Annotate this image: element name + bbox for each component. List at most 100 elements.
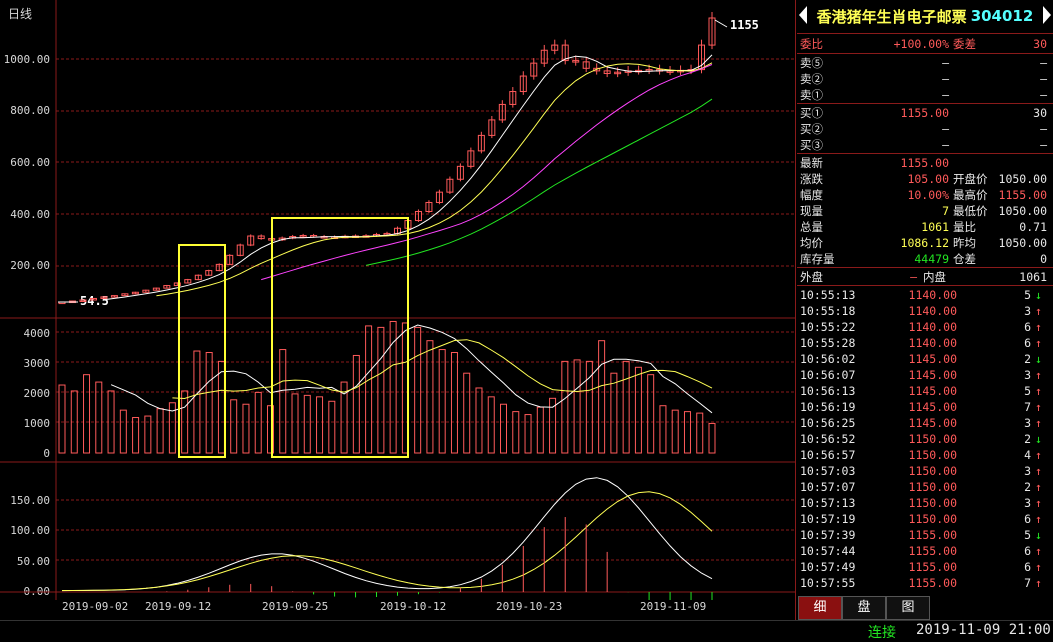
- arrow-up-icon: ↑: [1035, 336, 1042, 350]
- volume-bar: [58, 384, 66, 454]
- volume-bar: [365, 325, 373, 454]
- quote-stat-row: 总量 1061 量比 0.71: [800, 220, 1047, 234]
- volume-bar: [512, 411, 520, 454]
- tick-row: 10:57:49 1155.00 6 ↑: [800, 560, 1042, 574]
- tab-detail[interactable]: 细: [798, 596, 842, 620]
- volume-bar: [524, 414, 532, 454]
- arrow-up-icon: ↑: [1035, 320, 1042, 334]
- arrow-up-icon: ↑: [1035, 400, 1042, 414]
- volume-bar: [119, 409, 127, 454]
- volume-bar: [536, 406, 544, 454]
- arrow-up-icon: ↑: [1035, 416, 1042, 430]
- tick-row: 10:56:19 1145.00 7 ↑: [800, 400, 1042, 414]
- security-title: 香港猪年生肖电子邮票 304012: [797, 2, 1053, 30]
- high-marker: [714, 19, 728, 28]
- indicator-line-2: [62, 491, 713, 591]
- quote-stat-row: 均价 1086.12 昨均 1050.00: [800, 236, 1047, 250]
- tick-row: 10:57:39 1155.00 5 ↓: [800, 528, 1042, 542]
- volume-bar: [647, 374, 655, 454]
- quote-stat-row: 库存量 44479 仓差 0: [800, 252, 1047, 266]
- volume-bar: [377, 326, 385, 454]
- quote-stat-row: 最新 1155.00: [800, 156, 949, 170]
- arrow-down-icon: ↓: [1035, 528, 1042, 542]
- volume-bar: [426, 340, 434, 454]
- arrow-up-icon: ↑: [1035, 368, 1042, 382]
- tick-row: 10:56:52 1150.00 2 ↓: [800, 432, 1042, 446]
- status-datetime: 2019-11-09 21:00: [916, 622, 1051, 638]
- tab-chart[interactable]: 图: [886, 596, 930, 620]
- security-code: 304012: [970, 7, 1034, 25]
- volume-bar: [156, 408, 164, 454]
- volume-ma10-line: [172, 339, 713, 400]
- tick-row: 10:57:55 1155.00 7 ↑: [800, 576, 1042, 590]
- volume-bar: [622, 360, 630, 454]
- security-name: 香港猪年生肖电子邮票: [816, 7, 967, 26]
- tab-orderbook[interactable]: 盘: [842, 596, 886, 620]
- arrow-up-icon: ↑: [1035, 304, 1042, 318]
- connection-status[interactable]: 连接: [868, 622, 896, 642]
- volume-bar: [610, 372, 618, 454]
- tick-row: 10:56:07 1145.00 3 ↑: [800, 368, 1042, 382]
- volume-bar: [549, 397, 557, 454]
- arrow-up-icon: ↑: [1035, 480, 1042, 494]
- arrow-up-icon: ↑: [1035, 496, 1042, 510]
- chart-canvas: [0, 0, 795, 600]
- volume-bar: [132, 417, 140, 454]
- volume-bar: [230, 399, 238, 454]
- arrow-down-icon: ↓: [1035, 288, 1042, 302]
- arrow-up-icon: ↑: [1035, 512, 1042, 526]
- sell-order-row: 卖⑤ — —: [800, 56, 1047, 70]
- volume-bar: [217, 360, 225, 454]
- ma10-line: [156, 62, 713, 297]
- quote-stat-row: 幅度 10.00% 最高价 1155.00: [800, 188, 1047, 202]
- tick-row: 10:56:02 1145.00 2 ↓: [800, 352, 1042, 366]
- volume-bar: [328, 400, 336, 454]
- volume-bar: [316, 396, 324, 454]
- volume-bar: [352, 354, 360, 454]
- status-bar: 连接 2019-11-09 21:00: [0, 620, 1053, 642]
- volume-ma5-line: [110, 324, 713, 414]
- volume-bar: [659, 405, 667, 454]
- tick-row: 10:55:28 1140.00 6 ↑: [800, 336, 1042, 350]
- tick-row: 10:57:44 1155.00 6 ↑: [800, 544, 1042, 558]
- volume-bar: [205, 352, 213, 454]
- volume-bar: [500, 403, 508, 454]
- volume-bar: [414, 326, 422, 454]
- indicator-line-1: [61, 477, 713, 592]
- ma30-line: [365, 98, 713, 266]
- buy-order-row: 买③ — —: [800, 138, 1047, 152]
- volume-bar: [389, 320, 397, 454]
- volume-bar: [450, 352, 458, 454]
- tick-row: 10:57:19 1150.00 6 ↑: [800, 512, 1042, 526]
- volume-bar: [291, 393, 299, 454]
- tick-row: 10:55:13 1140.00 5 ↓: [800, 288, 1042, 302]
- volume-bar: [475, 387, 483, 454]
- weibi-row: 委比 +100.00% 委差 30: [800, 37, 1047, 51]
- volume-bar: [438, 349, 446, 454]
- arrow-up-icon: ↑: [1035, 384, 1042, 398]
- quote-panel: 香港猪年生肖电子邮票 304012 委比 +100.00% 委差 30 卖⑤ — —…: [797, 0, 1053, 620]
- ma20-line: [261, 64, 713, 281]
- volume-bar: [598, 340, 606, 454]
- volume-bar: [671, 409, 679, 454]
- quote-stat-row: 现量 7 最低价 1050.00: [800, 204, 1047, 218]
- kline-chart[interactable]: 日线 1000.00 800.00 600.00 400.00 200.00 4…: [0, 0, 796, 620]
- volume-bar: [561, 360, 569, 454]
- volume-bar: [303, 394, 311, 454]
- tick-row: 10:57:13 1150.00 3 ↑: [800, 496, 1042, 510]
- tick-row: 10:56:13 1145.00 5 ↑: [800, 384, 1042, 398]
- volume-bar: [83, 374, 91, 454]
- volume-bar: [193, 350, 201, 454]
- volume-bar: [95, 381, 103, 454]
- tick-row: 10:55:18 1140.00 3 ↑: [800, 304, 1042, 318]
- arrow-up-icon: ↑: [1035, 464, 1042, 478]
- arrow-up-icon: ↑: [1035, 576, 1042, 590]
- arrow-up-icon: ↑: [1035, 560, 1042, 574]
- waipan-neipan-row: 外盘 — 内盘 1061: [800, 270, 1047, 284]
- volume-bar: [696, 412, 704, 454]
- buy-order-row: 买② — —: [800, 122, 1047, 136]
- volume-bar: [463, 372, 471, 454]
- arrow-down-icon: ↓: [1035, 432, 1042, 446]
- volume-bar: [708, 422, 716, 454]
- arrow-up-icon: ↑: [1035, 448, 1042, 462]
